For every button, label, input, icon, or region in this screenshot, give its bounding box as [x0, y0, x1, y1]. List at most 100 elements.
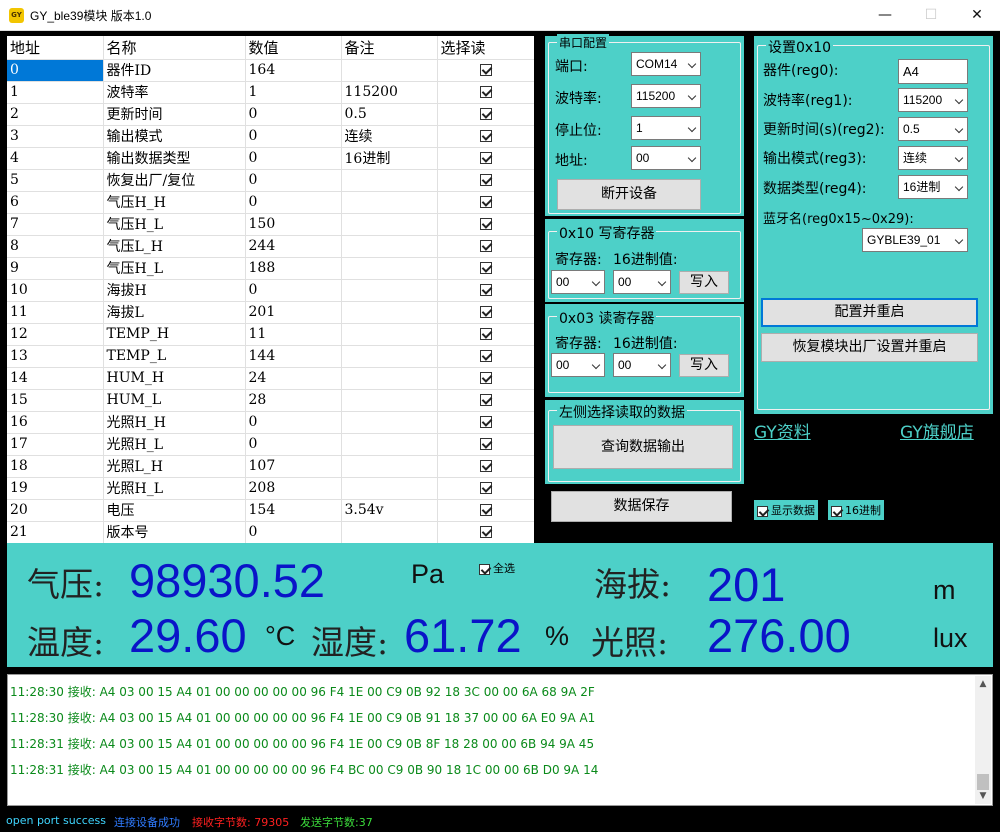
table-cell-addr[interactable]: 3 — [7, 125, 104, 148]
check-icon[interactable] — [479, 394, 492, 406]
table-cell-note[interactable]: 115200 — [341, 81, 438, 104]
table-cell-name[interactable]: 更新时间 — [103, 103, 246, 126]
write-button[interactable]: 写入 — [679, 271, 729, 294]
table-row[interactable]: 9 气压H_L 188 — [7, 257, 534, 280]
table-cell-value[interactable]: 0 — [245, 279, 342, 302]
table-cell-name[interactable]: 器件ID — [103, 59, 246, 82]
maximize-button[interactable]: ☐ — [908, 0, 954, 31]
table-cell-select[interactable] — [437, 521, 534, 543]
table-cell-addr[interactable]: 4 — [7, 147, 104, 170]
stop-bits-select[interactable]: 1 — [631, 116, 701, 140]
table-cell-addr[interactable]: 16 — [7, 411, 104, 434]
table-cell-select[interactable] — [437, 147, 534, 170]
table-cell-addr[interactable]: 5 — [7, 169, 104, 192]
table-row[interactable]: 6 气压H_H 0 — [7, 191, 534, 214]
data-type-select[interactable]: 16进制 — [898, 175, 968, 199]
check-icon[interactable] — [479, 438, 492, 450]
table-cell-select[interactable] — [437, 235, 534, 258]
table-cell-value[interactable]: 0 — [245, 433, 342, 456]
table-cell-value[interactable]: 188 — [245, 257, 342, 280]
table-cell-addr[interactable]: 17 — [7, 433, 104, 456]
column-header[interactable]: 数值 — [245, 36, 342, 60]
table-cell-name[interactable]: TEMP_H — [103, 323, 246, 346]
column-header[interactable]: 名称 — [103, 36, 246, 60]
table-cell-select[interactable] — [437, 103, 534, 126]
table-cell-value[interactable]: 24 — [245, 367, 342, 390]
table-cell-value[interactable]: 164 — [245, 59, 342, 82]
table-cell-addr[interactable]: 18 — [7, 455, 104, 478]
check-icon[interactable] — [479, 350, 492, 362]
table-cell-addr[interactable]: 14 — [7, 367, 104, 390]
table-row[interactable]: 14 HUM_H 24 — [7, 367, 534, 390]
table-cell-note[interactable] — [341, 191, 438, 214]
address-select[interactable]: 00 — [631, 146, 701, 170]
table-row[interactable]: 16 光照H_H 0 — [7, 411, 534, 434]
table-cell-name[interactable]: 版本号 — [103, 521, 246, 543]
table-cell-name[interactable]: HUM_L — [103, 389, 246, 412]
table-row[interactable]: 3 输出模式 0 连续 — [7, 125, 534, 148]
scroll-down-icon[interactable]: ▼ — [975, 788, 991, 804]
table-cell-select[interactable] — [437, 59, 534, 82]
table-cell-select[interactable] — [437, 81, 534, 104]
query-data-button[interactable]: 查询数据输出 — [553, 425, 733, 469]
table-cell-value[interactable]: 107 — [245, 455, 342, 478]
table-cell-select[interactable] — [437, 169, 534, 192]
table-cell-addr[interactable]: 1 — [7, 81, 104, 104]
minimize-button[interactable]: — — [862, 0, 908, 31]
table-cell-select[interactable] — [437, 433, 534, 456]
table-row[interactable]: 13 TEMP_L 144 — [7, 345, 534, 368]
table-cell-name[interactable]: 气压H_L — [103, 213, 246, 236]
table-row[interactable]: 4 输出数据类型 0 16进制 — [7, 147, 534, 170]
table-cell-addr[interactable]: 9 — [7, 257, 104, 280]
table-cell-name[interactable]: 气压H_L — [103, 257, 246, 280]
scroll-up-icon[interactable]: ▲ — [975, 676, 991, 692]
table-cell-name[interactable]: 波特率 — [103, 81, 246, 104]
check-icon[interactable] — [479, 174, 492, 186]
table-row[interactable]: 8 气压L_H 244 — [7, 235, 534, 258]
check-icon[interactable] — [479, 416, 492, 428]
table-cell-value[interactable]: 28 — [245, 389, 342, 412]
table-cell-name[interactable]: 恢复出厂/复位 — [103, 169, 246, 192]
table-row[interactable]: 15 HUM_L 28 — [7, 389, 534, 412]
table-cell-name[interactable]: 输出数据类型 — [103, 147, 246, 170]
column-header[interactable]: 地址 — [7, 36, 104, 60]
table-cell-select[interactable] — [437, 257, 534, 280]
table-cell-addr[interactable]: 21 — [7, 521, 104, 543]
table-cell-value[interactable]: 0 — [245, 125, 342, 148]
table-cell-addr[interactable]: 2 — [7, 103, 104, 126]
table-cell-addr[interactable]: 10 — [7, 279, 104, 302]
table-cell-addr[interactable]: 15 — [7, 389, 104, 412]
table-row[interactable]: 17 光照H_L 0 — [7, 433, 534, 456]
table-cell-note[interactable] — [341, 477, 438, 500]
table-cell-note[interactable] — [341, 279, 438, 302]
table-cell-select[interactable] — [437, 455, 534, 478]
table-cell-note[interactable] — [341, 433, 438, 456]
table-cell-value[interactable]: 208 — [245, 477, 342, 500]
table-cell-value[interactable]: 0 — [245, 521, 342, 543]
table-cell-name[interactable]: 气压L_H — [103, 235, 246, 258]
table-cell-note[interactable]: 0.5 — [341, 103, 438, 126]
table-cell-select[interactable] — [437, 213, 534, 236]
table-row[interactable]: 12 TEMP_H 11 — [7, 323, 534, 346]
config-restart-button[interactable]: 配置并重启 — [761, 298, 978, 327]
bluetooth-name-select[interactable]: GYBLE39_01 — [862, 228, 968, 252]
table-cell-value[interactable]: 144 — [245, 345, 342, 368]
table-cell-note[interactable] — [341, 323, 438, 346]
table-cell-addr[interactable]: 7 — [7, 213, 104, 236]
table-cell-note[interactable] — [341, 257, 438, 280]
gy-store-link[interactable]: GY旗舰店 — [900, 418, 974, 443]
table-cell-name[interactable]: 输出模式 — [103, 125, 246, 148]
table-cell-select[interactable] — [437, 411, 534, 434]
table-cell-value[interactable]: 1 — [245, 81, 342, 104]
check-icon[interactable] — [479, 284, 492, 296]
check-icon[interactable] — [479, 108, 492, 120]
save-data-button[interactable]: 数据保存 — [551, 491, 732, 522]
table-cell-value[interactable]: 0 — [245, 191, 342, 214]
check-icon[interactable] — [479, 328, 492, 340]
table-row[interactable]: 7 气压H_L 150 — [7, 213, 534, 236]
table-cell-addr[interactable]: 20 — [7, 499, 104, 522]
table-cell-addr[interactable]: 13 — [7, 345, 104, 368]
check-icon[interactable] — [479, 482, 492, 494]
close-button[interactable]: ✕ — [954, 0, 1000, 31]
table-row[interactable]: 21 版本号 0 — [7, 521, 534, 543]
